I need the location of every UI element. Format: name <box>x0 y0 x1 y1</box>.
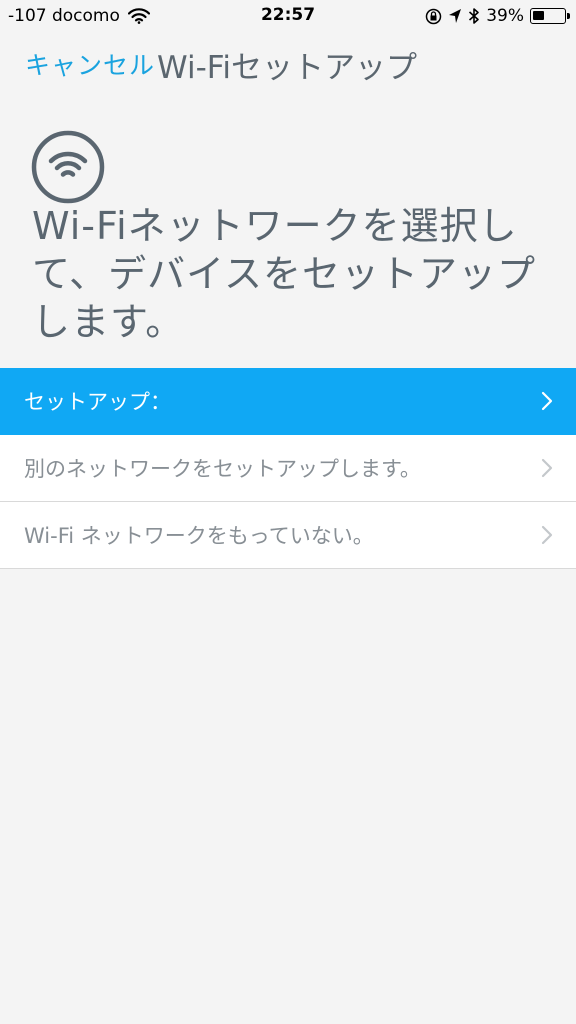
cancel-button[interactable]: キャンセル <box>25 46 155 82</box>
instruction-text: Wi-Fiネットワークを選択して、デバイスをセットアップします。 <box>32 204 536 344</box>
location-icon <box>449 9 462 23</box>
network-options-list: セットアップ： 別のネットワークをセットアップします。 Wi-Fi ネットワーク… <box>0 368 576 569</box>
chevron-right-icon <box>541 525 553 545</box>
bluetooth-icon <box>469 8 480 24</box>
list-item-no-network[interactable]: Wi-Fi ネットワークをもっていない。 <box>0 502 576 569</box>
list-item-label: 別のネットワークをセットアップします。 <box>24 457 421 481</box>
nav-bar: キャンセル Wi-Fiセットアップ <box>0 36 576 90</box>
battery-level-fill <box>533 11 544 20</box>
list-item-label: セットアップ： <box>24 390 171 414</box>
page-title: Wi-Fiセットアップ <box>157 50 417 86</box>
orientation-lock-icon <box>425 8 442 24</box>
battery-icon <box>530 8 570 24</box>
status-bar: -107 docomo 22:57 39% <box>0 0 576 36</box>
list-item-setup[interactable]: セットアップ： <box>0 368 576 435</box>
wifi-icon <box>31 130 105 204</box>
status-right: 39% <box>425 6 570 26</box>
battery-percent: 39% <box>486 6 524 26</box>
chevron-right-icon <box>541 458 553 478</box>
chevron-right-icon <box>541 391 553 411</box>
list-item-label: Wi-Fi ネットワークをもっていない。 <box>24 524 374 548</box>
list-item-other-network[interactable]: 別のネットワークをセットアップします。 <box>0 435 576 502</box>
